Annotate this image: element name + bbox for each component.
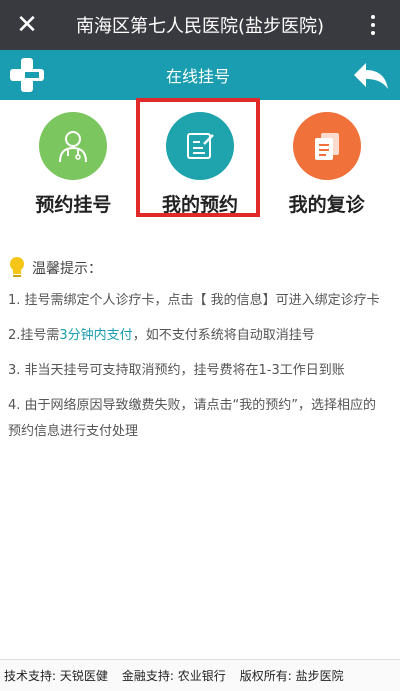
wechat-title-bar: ✕ 南海区第七人民医院(盐步医院): [0, 0, 400, 50]
back-arrow-icon[interactable]: [350, 55, 394, 95]
doctor-icon: [39, 112, 108, 180]
lightbulb-icon: [10, 257, 24, 277]
tips-section: 温馨提示： 1. 挂号需绑定个人诊疗卡，点击【 我的信息】可进入绑定诊疗卡 2.…: [0, 218, 400, 445]
tip-text: ，如不支付系统将自动取消挂号: [132, 328, 315, 343]
tip-item: 3. 非当天挂号可支持取消预约，挂号费将在1-3工作日到账: [8, 363, 345, 378]
highlight-box: [136, 98, 260, 217]
footer-copyright: 版权所有: 盐步医院: [239, 669, 344, 683]
footer-finance-support: 金融支持: 农业银行: [121, 669, 226, 683]
book-appointment-button[interactable]: 预约挂号: [13, 112, 133, 218]
page-title: 南海区第七人民医院(盐步医院): [75, 16, 325, 37]
menu-label: 我的复诊: [288, 194, 365, 216]
app-header: 在线挂号: [0, 50, 400, 100]
tip-item: 4. 由于网络原因导致缴费失败，请点击“我的预约”，选择相应的预约信息进行支付处…: [8, 398, 377, 439]
documents-icon: [292, 112, 361, 180]
footer: 技术支持: 天锐医健 金融支持: 农业银行 版权所有: 盐步医院: [0, 659, 400, 691]
tips-title: 温馨提示：: [32, 261, 102, 277]
app-title: 在线挂号: [165, 67, 230, 86]
my-followup-button[interactable]: 我的复诊: [267, 112, 387, 218]
more-icon[interactable]: [356, 8, 390, 42]
close-icon[interactable]: ✕: [10, 8, 44, 42]
tip-item: 1. 挂号需绑定个人诊疗卡，点击【 我的信息】可进入绑定诊疗卡: [8, 293, 380, 308]
tip-highlight: 3分钟内支付: [59, 328, 133, 343]
menu-label: 预约挂号: [35, 194, 112, 216]
hospital-cross-logo: [10, 58, 44, 92]
tip-text: 2.挂号需: [8, 328, 60, 343]
footer-tech-support: 技术支持: 天锐医健: [4, 669, 108, 683]
tip-item: 2.挂号需3分钟内支付，如不支付系统将自动取消挂号: [8, 323, 388, 349]
